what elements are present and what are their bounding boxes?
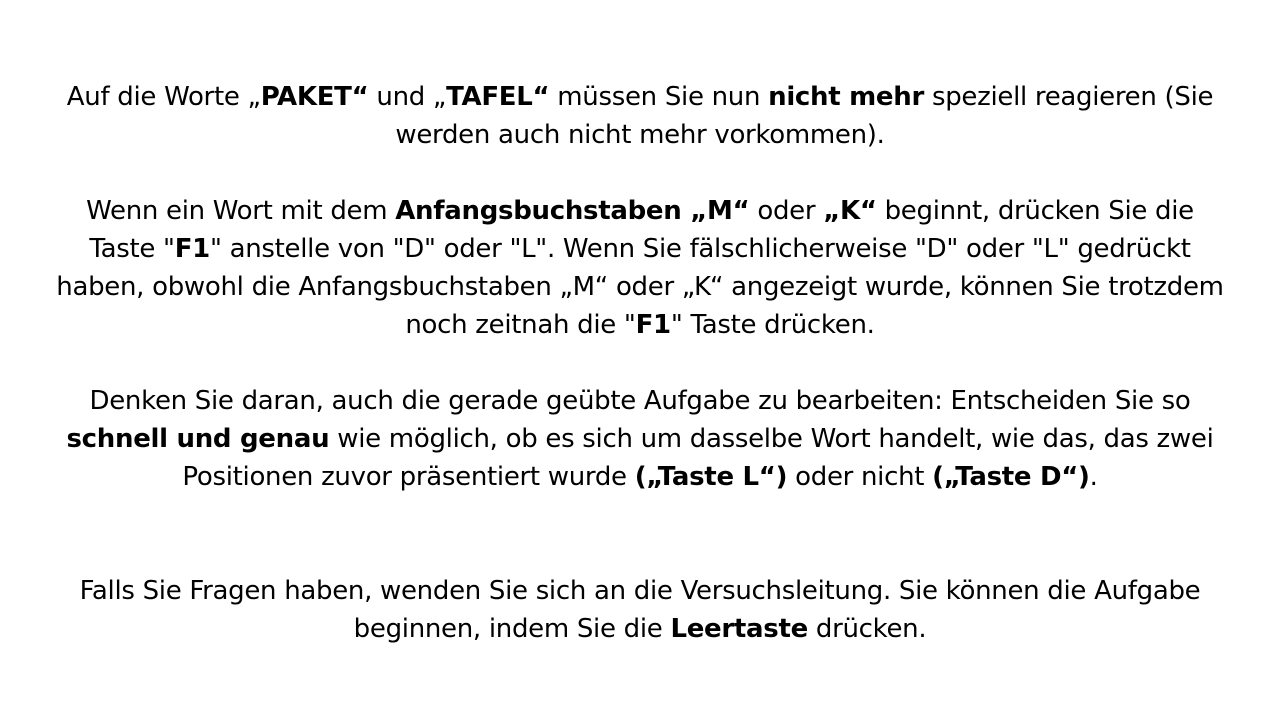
text-segment: drücken. <box>807 614 927 644</box>
instruction-paragraph-f1: Wenn ein Wort mit dem Anfangsbuchstaben … <box>50 192 1230 344</box>
instruction-slide: Auf die Worte „PAKET“ und „TAFEL“ müssen… <box>50 78 1230 648</box>
text-segment: oder <box>749 196 824 226</box>
instruction-paragraph-task: Denken Sie daran, auch die gerade geübte… <box>50 382 1230 496</box>
bold-schnell-und-genau: schnell und genau <box>66 424 330 454</box>
bold-taste-d: („Taste D“) <box>932 462 1090 492</box>
text-segment: Denken Sie daran, auch die gerade geübte… <box>89 386 1191 416</box>
instruction-paragraph-start: Falls Sie Fragen haben, wenden Sie sich … <box>50 572 1230 648</box>
text-segment: Falls Sie Fragen haben, wenden Sie sich … <box>79 576 1201 644</box>
text-segment: Wenn ein Wort mit dem <box>86 196 396 226</box>
text-segment: . <box>1089 462 1098 492</box>
bold-taste-l: („Taste L“) <box>634 462 788 492</box>
bold-word-paket: PAKET“ <box>260 82 369 112</box>
text-segment: und „ <box>368 82 447 112</box>
text-segment: " Taste drücken. <box>670 310 875 340</box>
bold-word-tafel: TAFEL“ <box>446 82 550 112</box>
text-segment: müssen Sie nun <box>549 82 769 112</box>
instruction-paragraph-words: Auf die Worte „PAKET“ und „TAFEL“ müssen… <box>50 78 1230 154</box>
bold-leertaste: Leertaste <box>670 614 808 644</box>
bold-key-f1: F1 <box>174 234 211 264</box>
text-segment: Auf die Worte „ <box>66 82 261 112</box>
bold-key-f1-second: F1 <box>635 310 672 340</box>
text-segment: oder nicht <box>787 462 933 492</box>
bold-nicht-mehr: nicht mehr <box>768 82 924 112</box>
bold-letter-k: „K“ <box>823 196 877 226</box>
bold-anfangsbuchstaben-m: Anfangsbuchstaben „M“ <box>395 196 750 226</box>
